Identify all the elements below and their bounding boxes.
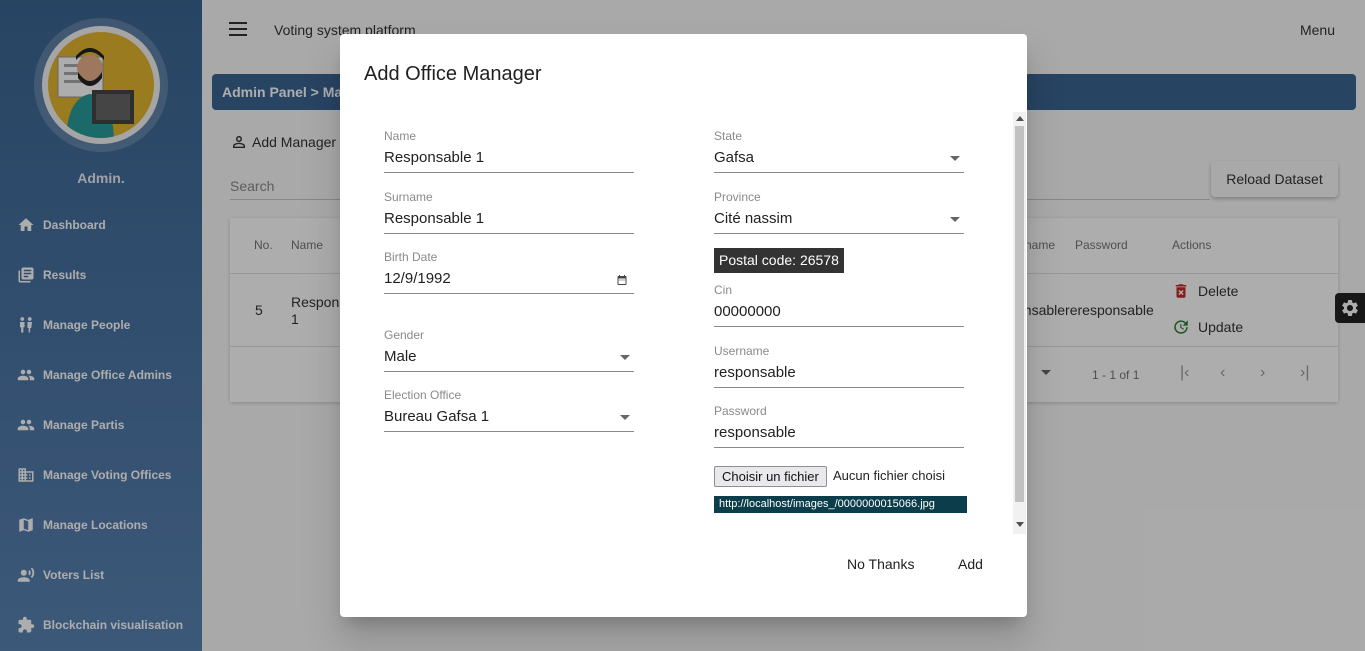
password-value[interactable]: responsable <box>714 424 964 444</box>
add-office-manager-dialog: Add Office Manager Name Responsable 1 Su… <box>340 34 1027 617</box>
gender-label: Gender <box>384 328 425 342</box>
add-button[interactable]: Add <box>958 556 983 572</box>
state-value[interactable]: Gafsa <box>714 149 964 169</box>
province-underline <box>714 233 964 234</box>
scroll-up-arrow-icon[interactable] <box>1016 116 1024 121</box>
file-status: Aucun fichier choisi <box>833 468 945 483</box>
chevron-down-icon[interactable] <box>620 415 630 420</box>
surname-label: Surname <box>384 190 433 204</box>
surname-underline <box>384 233 634 234</box>
cin-field[interactable]: Cin 00000000 <box>714 283 964 327</box>
chevron-down-icon[interactable] <box>620 355 630 360</box>
chevron-down-icon[interactable] <box>950 156 960 161</box>
state-underline <box>714 172 964 173</box>
username-underline <box>714 387 964 388</box>
election-office-label: Election Office <box>384 388 462 402</box>
image-url-badge: http://localhost/images_/0000000015066.j… <box>714 496 967 513</box>
scroll-thumb[interactable] <box>1015 126 1024 502</box>
username-label: Username <box>714 344 770 358</box>
calendar-icon[interactable] <box>616 274 628 286</box>
election-office-underline <box>384 431 634 432</box>
birth-date-value[interactable]: 12/9/1992 <box>384 270 634 290</box>
name-field[interactable]: Name Responsable 1 <box>384 129 634 173</box>
birth-date-underline <box>384 293 634 294</box>
state-select[interactable]: State Gafsa <box>714 129 964 173</box>
no-thanks-button[interactable]: No Thanks <box>847 556 914 572</box>
dialog-content: Name Responsable 1 Surname Responsable 1… <box>340 112 1027 534</box>
username-value[interactable]: responsable <box>714 364 964 384</box>
postal-code-badge: Postal code: 26578 <box>714 248 844 273</box>
name-value[interactable]: Responsable 1 <box>384 149 634 169</box>
cin-underline <box>714 326 964 327</box>
password-field[interactable]: Password responsable <box>714 404 964 448</box>
gender-underline <box>384 371 634 372</box>
province-label: Province <box>714 190 761 204</box>
dialog-scrollbar[interactable] <box>1013 112 1026 534</box>
gender-value[interactable]: Male <box>384 348 634 368</box>
chevron-down-icon[interactable] <box>950 217 960 222</box>
election-office-select[interactable]: Election Office Bureau Gafsa 1 <box>384 388 634 432</box>
province-value[interactable]: Cité nassim <box>714 210 964 230</box>
birth-date-label: Birth Date <box>384 250 438 264</box>
election-office-value[interactable]: Bureau Gafsa 1 <box>384 408 634 428</box>
state-label: State <box>714 129 743 143</box>
name-label: Name <box>384 129 417 143</box>
surname-field[interactable]: Surname Responsable 1 <box>384 190 634 234</box>
username-field[interactable]: Username responsable <box>714 344 964 388</box>
name-underline <box>384 172 634 173</box>
birth-date-field[interactable]: Birth Date 12/9/1992 <box>384 250 634 294</box>
scroll-down-arrow-icon[interactable] <box>1016 522 1024 527</box>
province-select[interactable]: Province Cité nassim <box>714 190 964 234</box>
password-label: Password <box>714 404 767 418</box>
password-underline <box>714 447 964 448</box>
surname-value[interactable]: Responsable 1 <box>384 210 634 230</box>
cin-value[interactable]: 00000000 <box>714 303 964 323</box>
dialog-title: Add Office Manager <box>364 63 542 85</box>
choose-file-button[interactable]: Choisir un fichier <box>714 466 827 487</box>
gender-select[interactable]: Gender Male <box>384 328 634 372</box>
cin-label: Cin <box>714 283 733 297</box>
